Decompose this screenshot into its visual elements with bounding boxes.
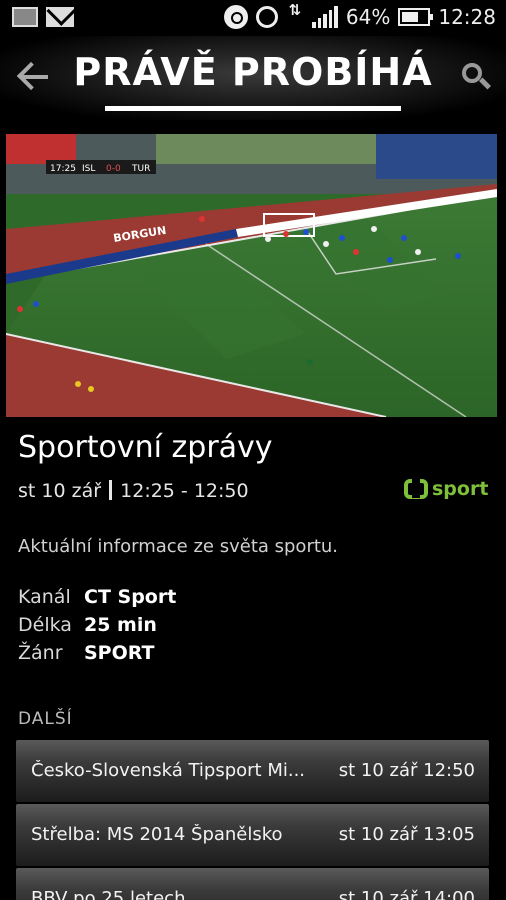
list-item[interactable]: BBV po 25 letech st 10 zář 14:00 [16,868,489,900]
list-item[interactable]: Střelba: MS 2014 Španělsko st 10 zář 13:… [16,804,489,866]
program-time-range: 12:25 - 12:50 [120,480,249,502]
list-item-name: Česko-Slovenská Tipsport Mi... [31,760,306,781]
scoreboard-home: ISL [82,164,95,174]
clock: 12:28 [438,5,496,29]
program-title: Sportovní zprávy [18,430,273,465]
detail-value: SPORT [84,642,155,664]
detail-row-genre: Žánr SPORT [18,639,176,667]
battery-icon [398,8,434,26]
beats-icon [223,5,248,29]
signal-icon [311,6,338,28]
image-icon [12,7,38,27]
program-details: Kanál CT Sport Délka 25 min Žánr SPORT [18,583,176,667]
list-item[interactable]: Česko-Slovenská Tipsport Mi... st 10 zář… [16,740,489,802]
detail-key: Kanál [18,586,71,608]
next-section-label: DALŠÍ [18,709,73,729]
scoreboard-away: TUR [131,164,150,174]
list-item-time: st 10 zář 13:05 [338,824,475,845]
mail-icon [46,7,74,27]
program-time: st 10 zář 12:25 - 12:50 [18,480,249,502]
list-item-name: BBV po 25 letech [31,888,186,900]
time-separator [109,480,113,500]
status-bar: ⇅ 64% 12:28 [0,0,506,36]
ct-logo-icon [404,478,428,499]
program-date: st 10 zář [18,480,102,502]
video-player[interactable]: 17:25 ISL 0-0 TUR BORGUN [6,134,497,417]
program-description: Aktuální informace ze světa sportu. [18,536,339,557]
next-program-list: Česko-Slovenská Tipsport Mi... st 10 zář… [16,740,489,900]
title-underline [105,106,401,111]
header: PRÁVĚ PROBÍHÁ [0,36,506,120]
page-title: PRÁVĚ PROBÍHÁ [73,50,433,94]
list-item-name: Střelba: MS 2014 Španělsko [31,824,283,845]
alarm-icon [255,6,278,28]
detail-value: 25 min [84,614,157,636]
ct-sport-logo: sport [404,478,488,500]
detail-value: CT Sport [84,586,177,608]
video-frame: 17:25 ISL 0-0 TUR BORGUN [6,134,497,417]
search-icon[interactable] [460,61,492,93]
data-arrows-icon: ⇅ [288,1,302,19]
detail-key: Žánr [18,642,63,664]
battery-percent: 64% [345,5,391,29]
list-item-time: st 10 zář 12:50 [338,760,475,781]
list-item-time: st 10 zář 14:00 [338,888,475,900]
detail-key: Délka [18,614,72,636]
scoreboard-score: 0-0 [106,164,121,174]
ct-logo-text: sport [432,478,489,500]
detail-row-channel: Kanál CT Sport [18,583,176,611]
scoreboard-time: 17:25 [50,164,76,174]
detail-row-length: Délka 25 min [18,611,176,639]
